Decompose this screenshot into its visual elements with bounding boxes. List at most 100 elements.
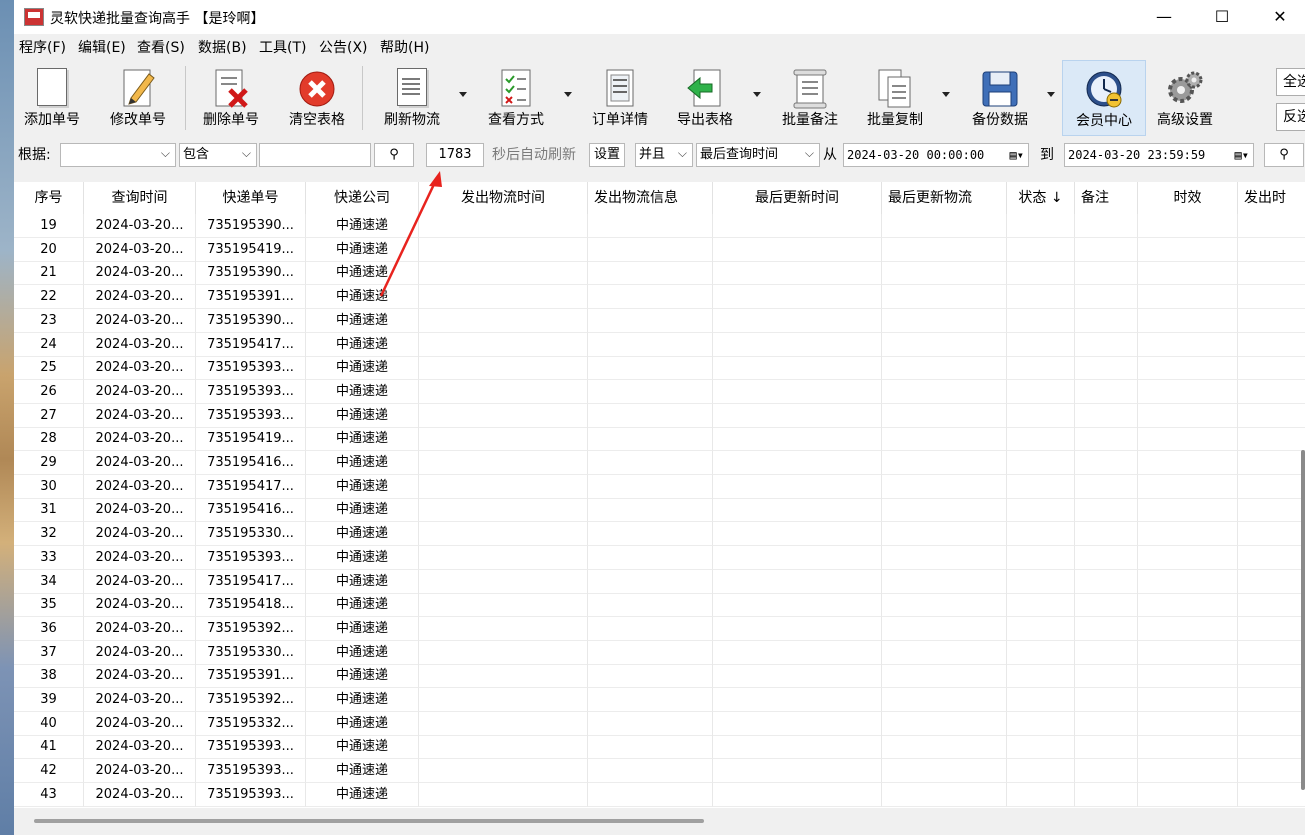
table-row[interactable]: 26 2024-03-20... 735195393... 中通速递 bbox=[14, 379, 1305, 404]
cell-tracking-number: 735195392... bbox=[196, 688, 306, 712]
maximize-button[interactable]: ☐ bbox=[1194, 0, 1250, 34]
scrollbar-thumb[interactable] bbox=[34, 819, 704, 823]
cell-tracking-number: 735195393... bbox=[196, 735, 306, 760]
cell-ship-time bbox=[419, 427, 588, 452]
table-row[interactable]: 28 2024-03-20... 735195419... 中通速递 bbox=[14, 427, 1305, 452]
backup-data-button[interactable]: 备份数据 bbox=[962, 60, 1038, 136]
minimize-button[interactable]: — bbox=[1136, 0, 1192, 34]
menu-program[interactable]: 程序(F) bbox=[19, 37, 66, 57]
invert-selection-button[interactable]: 反选 bbox=[1276, 103, 1305, 131]
search-button[interactable]: ⚲ bbox=[374, 143, 414, 167]
column-header-ship-extra[interactable]: 发出时 bbox=[1238, 182, 1305, 214]
table-row[interactable]: 40 2024-03-20... 735195332... 中通速递 bbox=[14, 711, 1305, 736]
table-row[interactable]: 22 2024-03-20... 735195391... 中通速递 bbox=[14, 285, 1305, 310]
cell-ship-time bbox=[419, 403, 588, 428]
date-search-button[interactable]: ⚲ bbox=[1264, 143, 1304, 167]
advanced-settings-button[interactable]: 高级设置 bbox=[1149, 60, 1221, 136]
cell-query-time: 2024-03-20... bbox=[84, 688, 196, 712]
cell-last-update-logistics bbox=[882, 688, 1007, 712]
refresh-logistics-button[interactable]: 刷新物流 bbox=[374, 60, 450, 136]
column-header-tracking-number[interactable]: 快递单号 bbox=[196, 182, 306, 214]
clear-table-button[interactable]: 清空表格 bbox=[282, 60, 352, 136]
batch-copy-dropdown-arrow[interactable] bbox=[942, 92, 950, 97]
refresh-dropdown-arrow[interactable] bbox=[459, 92, 467, 97]
table-row[interactable]: 30 2024-03-20... 735195417... 中通速递 bbox=[14, 474, 1305, 499]
export-table-button[interactable]: 导出表格 bbox=[669, 60, 741, 136]
column-header-duration[interactable]: 时效 bbox=[1138, 182, 1238, 214]
table-row[interactable]: 27 2024-03-20... 735195393... 中通速递 bbox=[14, 403, 1305, 428]
to-date-picker[interactable]: 2024-03-20 23:59:59 ▤▾ bbox=[1064, 143, 1254, 167]
menu-view[interactable]: 查看(S) bbox=[137, 37, 185, 57]
refresh-logistics-label: 刷新物流 bbox=[384, 112, 440, 128]
view-mode-dropdown-arrow[interactable] bbox=[564, 92, 572, 97]
delete-tracking-button[interactable]: 删除单号 bbox=[197, 60, 265, 136]
cell-note bbox=[1075, 616, 1138, 641]
cell-ship-time bbox=[419, 640, 588, 665]
table-row[interactable]: 33 2024-03-20... 735195393... 中通速递 bbox=[14, 545, 1305, 570]
table-row[interactable]: 32 2024-03-20... 735195330... 中通速递 bbox=[14, 522, 1305, 547]
add-tracking-button[interactable]: 添加单号 bbox=[18, 60, 86, 136]
date-field-select[interactable]: 最后查询时间 bbox=[696, 143, 820, 167]
cell-tracking-number: 735195417... bbox=[196, 332, 306, 357]
column-header-status[interactable]: 状态 ↓ bbox=[1007, 182, 1075, 214]
cell-note bbox=[1075, 498, 1138, 523]
table-row[interactable]: 31 2024-03-20... 735195416... 中通速递 bbox=[14, 498, 1305, 523]
menu-tools[interactable]: 工具(T) bbox=[259, 37, 306, 57]
cell-last-update-logistics bbox=[882, 285, 1007, 310]
column-header-last-update-logistics[interactable]: 最后更新物流 bbox=[882, 182, 1007, 214]
table-row[interactable]: 41 2024-03-20... 735195393... 中通速递 bbox=[14, 735, 1305, 760]
basis-select[interactable] bbox=[60, 143, 176, 167]
column-header-ship-info[interactable]: 发出物流信息 bbox=[588, 182, 713, 214]
menu-data[interactable]: 数据(B) bbox=[198, 37, 247, 57]
refresh-seconds-input[interactable]: 1783 bbox=[426, 143, 484, 167]
table-row[interactable]: 25 2024-03-20... 735195393... 中通速递 bbox=[14, 356, 1305, 381]
logic-select[interactable]: 并且 bbox=[635, 143, 693, 167]
keyword-input[interactable] bbox=[259, 143, 371, 167]
cell-index: 23 bbox=[14, 308, 84, 333]
member-center-button[interactable]: 会员中心 bbox=[1062, 60, 1146, 136]
menu-help[interactable]: 帮助(H) bbox=[380, 37, 429, 57]
column-header-index[interactable]: 序号 bbox=[14, 182, 84, 214]
column-header-ship-time[interactable]: 发出物流时间 bbox=[419, 182, 588, 214]
view-mode-button[interactable]: 查看方式 bbox=[478, 60, 554, 136]
menu-edit[interactable]: 编辑(E) bbox=[78, 37, 126, 57]
table-row[interactable]: 19 2024-03-20... 735195390... 中通速递 bbox=[14, 214, 1305, 238]
column-header-note[interactable]: 备注 bbox=[1075, 182, 1138, 214]
menu-notice[interactable]: 公告(X) bbox=[319, 37, 368, 57]
horizontal-scrollbar[interactable] bbox=[14, 808, 1305, 835]
select-all-button[interactable]: 全选 bbox=[1276, 68, 1305, 96]
cell-last-update-logistics bbox=[882, 522, 1007, 547]
table-row[interactable]: 20 2024-03-20... 735195419... 中通速递 bbox=[14, 237, 1305, 262]
table-row[interactable]: 23 2024-03-20... 735195390... 中通速递 bbox=[14, 308, 1305, 333]
column-header-courier[interactable]: 快递公司 bbox=[306, 182, 419, 214]
cell-last-update-time bbox=[713, 403, 882, 428]
backup-dropdown-arrow[interactable] bbox=[1047, 92, 1055, 97]
refresh-document-icon bbox=[393, 68, 431, 110]
table-row[interactable]: 24 2024-03-20... 735195417... 中通速递 bbox=[14, 332, 1305, 357]
table-row[interactable]: 38 2024-03-20... 735195391... 中通速递 bbox=[14, 664, 1305, 689]
table-row[interactable]: 36 2024-03-20... 735195392... 中通速递 bbox=[14, 616, 1305, 641]
export-dropdown-arrow[interactable] bbox=[753, 92, 761, 97]
column-header-query-time[interactable]: 查询时间 bbox=[84, 182, 196, 214]
batch-copy-button[interactable]: 批量复制 bbox=[859, 60, 931, 136]
edit-tracking-button[interactable]: 修改单号 bbox=[104, 60, 172, 136]
table-row[interactable]: 42 2024-03-20... 735195393... 中通速递 bbox=[14, 759, 1305, 784]
table-row[interactable]: 39 2024-03-20... 735195392... 中通速递 bbox=[14, 688, 1305, 712]
cell-ship-info bbox=[588, 379, 713, 404]
batch-note-button[interactable]: 批量备注 bbox=[774, 60, 846, 136]
match-select[interactable]: 包含 bbox=[179, 143, 257, 167]
close-button[interactable]: ✕ bbox=[1252, 0, 1305, 34]
table-row[interactable]: 34 2024-03-20... 735195417... 中通速递 bbox=[14, 569, 1305, 594]
table-row[interactable]: 35 2024-03-20... 735195418... 中通速递 bbox=[14, 593, 1305, 618]
set-interval-button[interactable]: 设置 bbox=[589, 143, 625, 167]
from-date-picker[interactable]: 2024-03-20 00:00:00 ▤▾ bbox=[843, 143, 1029, 167]
cell-duration bbox=[1138, 356, 1238, 381]
table-row[interactable]: 29 2024-03-20... 735195416... 中通速递 bbox=[14, 451, 1305, 475]
table-row[interactable]: 21 2024-03-20... 735195390... 中通速递 bbox=[14, 261, 1305, 286]
table-header: 序号 查询时间 快递单号 快递公司 发出物流时间 发出物流信息 最后更新时间 最… bbox=[14, 182, 1305, 214]
vertical-scrollbar[interactable] bbox=[1301, 450, 1305, 790]
order-detail-button[interactable]: 订单详情 bbox=[584, 60, 656, 136]
table-row[interactable]: 37 2024-03-20... 735195330... 中通速递 bbox=[14, 640, 1305, 665]
table-row[interactable]: 43 2024-03-20... 735195393... 中通速递 bbox=[14, 782, 1305, 807]
column-header-last-update-time[interactable]: 最后更新时间 bbox=[713, 182, 882, 214]
